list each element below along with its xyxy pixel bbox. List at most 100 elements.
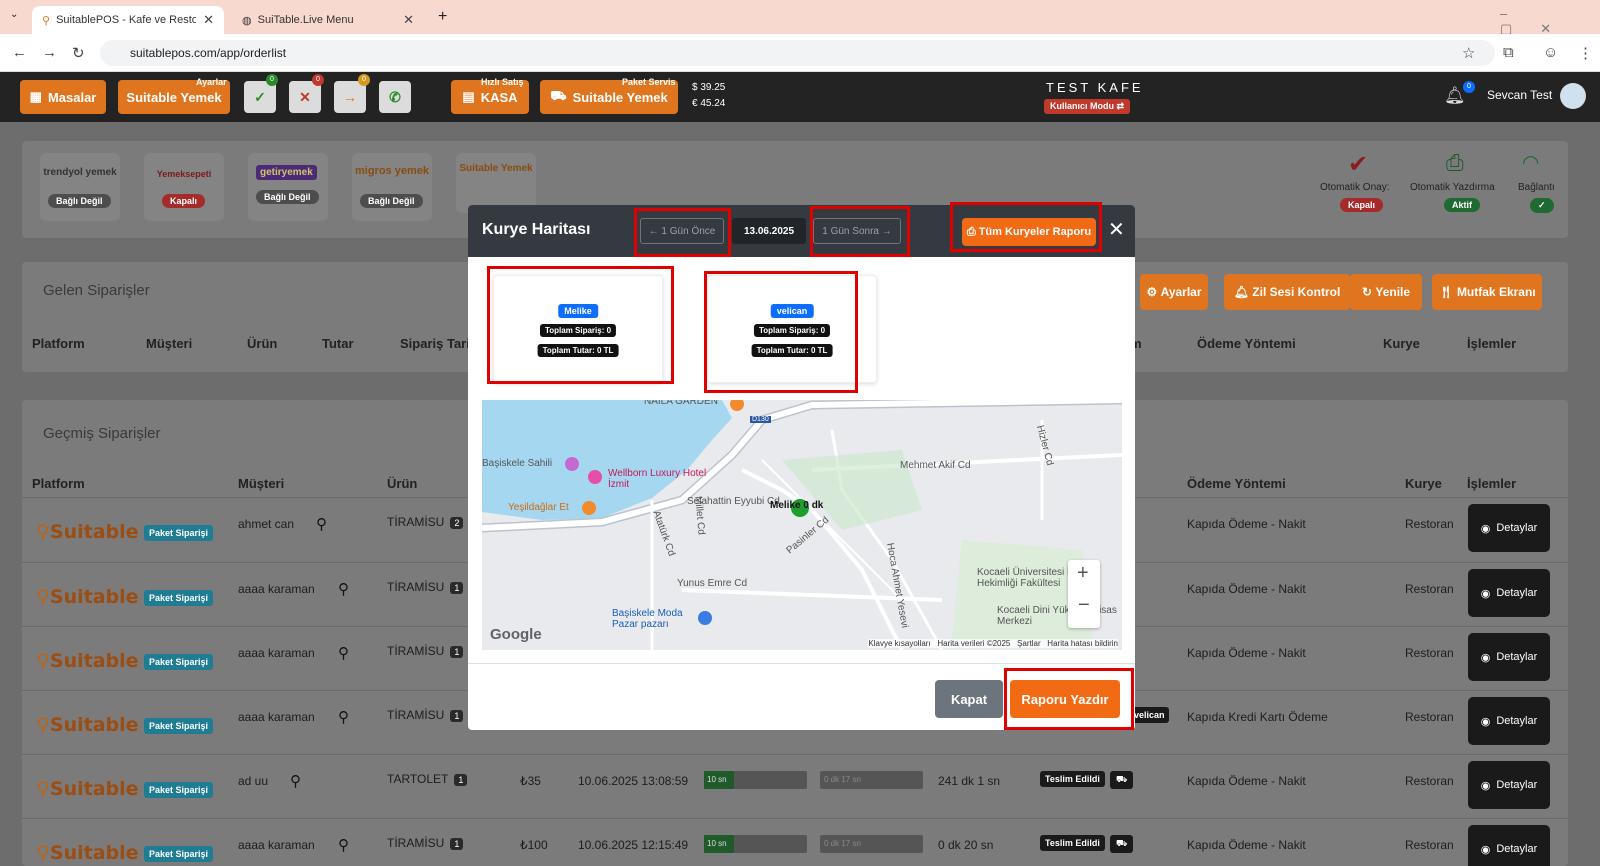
location-pin-icon[interactable]: ⚲ xyxy=(338,644,349,662)
oto-onay-toggle[interactable]: Kapalı xyxy=(1340,198,1384,212)
tab-suitablepos[interactable]: ⚲ SuitablePOS - Kafe ve Restoran ✕ xyxy=(32,6,224,34)
platform-trendyol[interactable]: trendyol yemek Bağlı Değil xyxy=(40,153,120,221)
product-name: TİRAMİSU 1 xyxy=(387,708,464,722)
details-button[interactable]: ◉ Detaylar xyxy=(1468,761,1550,809)
oto-yazdirma-toggle[interactable]: Aktif xyxy=(1444,198,1480,212)
close-button[interactable]: Kapat xyxy=(935,680,1003,718)
user-name[interactable]: Sevcan Test xyxy=(1487,88,1552,102)
bell-sound-button[interactable]: 🔔︎ Zil Sesi Kontrol xyxy=(1224,274,1350,310)
printer-icon: ⎙ xyxy=(1446,150,1464,175)
new-tab-icon[interactable]: + xyxy=(438,8,447,26)
details-button[interactable]: ◉ Detaylar xyxy=(1468,504,1550,552)
details-button[interactable]: ◉ Detaylar xyxy=(1468,633,1550,681)
paket-servis-tag: Paket Servis xyxy=(622,77,676,87)
customer-name: aaaa karaman xyxy=(238,582,315,596)
package-badge: Paket Siparişi xyxy=(144,846,214,862)
highlight-prev xyxy=(634,208,731,257)
courier-name: Restoran xyxy=(1405,774,1454,788)
window-controls[interactable]: –▢✕ xyxy=(1500,6,1600,37)
courier-badge: velican xyxy=(1130,707,1169,723)
url-input[interactable]: suitablepos.com/app/orderlist xyxy=(100,40,1495,66)
phone-button[interactable]: ✆ xyxy=(379,81,411,113)
motorcycle-icon: ⛟ xyxy=(1110,835,1134,853)
forward-button[interactable]: → xyxy=(334,81,366,113)
details-button[interactable]: ◉ Detaylar xyxy=(1468,569,1550,617)
grid-icon: ▦ xyxy=(29,89,42,104)
extensions-icon[interactable]: ⧉ xyxy=(1503,44,1514,61)
package-badge: Paket Siparişi xyxy=(144,525,214,541)
location-pin-icon[interactable]: ⚲ xyxy=(338,580,349,598)
courier-name: Restoran xyxy=(1405,582,1454,596)
close-icon[interactable]: ✕ xyxy=(1108,217,1125,242)
tab-suitable-menu[interactable]: ◍ SuiTable.Live Menu ✕ xyxy=(232,6,424,34)
product-name: TİRAMİSU 1 xyxy=(387,580,464,594)
back-icon[interactable]: ← xyxy=(12,44,27,61)
product-name: TİRAMİSU 1 xyxy=(387,644,464,658)
location-pin-icon[interactable]: ⚲ xyxy=(290,772,301,790)
settings-button[interactable]: ⚙ Ayarlar xyxy=(1140,274,1208,310)
star-icon[interactable]: ☆ xyxy=(1462,44,1475,62)
eye-icon: ◉ xyxy=(1480,843,1491,856)
product-name: TARTOLET 1 xyxy=(387,772,468,786)
map-label: NAİLA GARDEN xyxy=(644,400,718,407)
map-label: Başiskele Moda Pazar pazarı xyxy=(612,608,683,630)
refresh-button[interactable]: ↻ Yenile xyxy=(1350,274,1422,310)
zoom-in-icon[interactable]: + xyxy=(1077,562,1089,585)
avatar[interactable]: ☺ xyxy=(1543,44,1558,61)
location-pin-icon[interactable]: ⚲ xyxy=(338,708,349,726)
menu-icon[interactable]: ⋮ xyxy=(1578,44,1593,62)
ayarlar-tag[interactable]: Ayarlar xyxy=(196,77,227,87)
map-footer: Klavye kısayolları Harita verileri ©2025… xyxy=(868,639,1118,648)
order-amount: ₺35 xyxy=(520,774,541,788)
tab-title: SuiTable.Live Menu xyxy=(257,14,354,26)
user-mode-badge[interactable]: Kullanıcı Modu ⇄ xyxy=(1044,99,1131,114)
map-label: D130 xyxy=(750,416,771,423)
location-pin-icon[interactable]: ⚲ xyxy=(316,515,327,533)
courier-map[interactable]: NAİLA GARDEN Başiskele Sahili Wellborn Lux… xyxy=(482,400,1122,650)
highlight-print xyxy=(1004,668,1134,730)
platform-suitable[interactable]: Suitable Yemek xyxy=(456,153,536,213)
courier-name: Restoran xyxy=(1405,646,1454,660)
highlight-courier-melike xyxy=(487,266,674,384)
user-avatar[interactable] xyxy=(1560,83,1586,109)
customer-name: aaaa karaman xyxy=(238,646,315,660)
close-icon[interactable]: ✕ xyxy=(403,12,414,28)
order-date: 10.06.2025 12:15:49 xyxy=(578,838,689,852)
pin-icon: ⚲ xyxy=(42,14,51,27)
eur-rate: € 45.24 xyxy=(692,98,726,109)
chevron-down-icon[interactable]: ⌄ xyxy=(10,9,18,20)
bell-icon: 🔔︎ xyxy=(1233,285,1249,299)
close-icon[interactable]: ✕ xyxy=(203,12,214,28)
courier-name: Restoran xyxy=(1405,517,1454,531)
tab-title: SuitablePOS - Kafe ve Restoran xyxy=(56,14,197,26)
platform-getiryemek[interactable]: getiryemek Bağlı Değil xyxy=(248,153,328,221)
platform-migros[interactable]: migros yemek Bağlı Değil xyxy=(352,153,432,221)
eye-icon: ◉ xyxy=(1480,522,1491,535)
payment-method: Kapıda Kredi Kartı Ödeme xyxy=(1187,710,1328,724)
suitable-logo: ⚲Suitable xyxy=(36,521,139,543)
status-badge: Teslim Edildi xyxy=(1040,835,1105,851)
check-icon: ✔ xyxy=(1348,151,1369,178)
wifi-icon: ◠ xyxy=(1522,152,1540,174)
masalar-button[interactable]: ▦ Masalar xyxy=(20,80,106,114)
details-button[interactable]: ◉ Detaylar xyxy=(1468,697,1550,745)
connection-status: ✓ xyxy=(1530,198,1554,213)
suitable-logo: ⚲Suitable xyxy=(36,586,139,608)
duration: 0 dk 20 sn xyxy=(938,838,994,852)
map-label: Mehmet Akif Cd xyxy=(900,460,971,471)
kitchen-screen-button[interactable]: 🍴︎ Mutfak Ekranı xyxy=(1432,274,1542,310)
browser-tab-strip: ⚲ SuitablePOS - Kafe ve Restoran ✕ ◍ Sui… xyxy=(0,0,1600,37)
register-icon: ▤ xyxy=(462,89,475,104)
details-button[interactable]: ◉ Detaylar xyxy=(1468,825,1550,866)
gear-icon: ⚙ xyxy=(1146,285,1158,299)
map-label: Başiskele Sahili xyxy=(482,458,553,469)
reload-icon[interactable]: ↻ xyxy=(72,44,85,62)
map-label: Wellborn Luxury Hotel İzmit xyxy=(608,468,707,490)
location-pin-icon[interactable]: ⚲ xyxy=(338,836,349,854)
eye-icon: ◉ xyxy=(1480,715,1491,728)
platform-yemeksepeti[interactable]: Yemeksepeti Kapalı xyxy=(144,153,224,221)
modal-title: Kurye Haritası xyxy=(482,221,591,238)
zoom-out-icon[interactable]: − xyxy=(1078,594,1090,617)
forward-icon[interactable]: → xyxy=(42,44,57,61)
modal-footer-divider xyxy=(468,663,1135,664)
